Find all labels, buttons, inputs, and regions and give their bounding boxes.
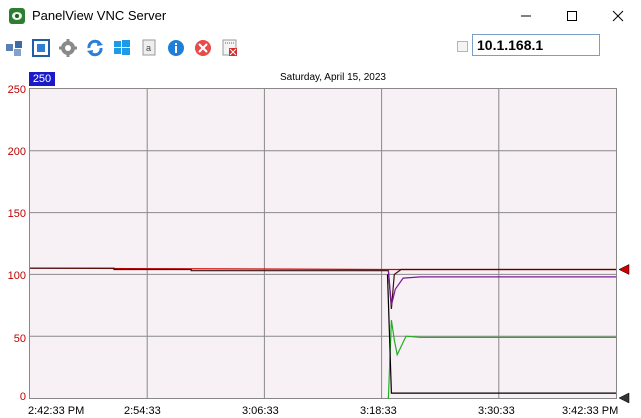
trend-pen-line-3 [387, 270, 616, 306]
x-tick-label-4: 3:30:33 [478, 405, 515, 417]
trend-pen-line-4 [387, 320, 616, 399]
x-tick-label-5: 3:42:33 PM [562, 405, 619, 417]
x-tick-label-3: 3:18:33 [360, 405, 397, 417]
x-tick-label-1: 2:54:33 [124, 405, 161, 417]
trend-chart [29, 89, 630, 404]
pen-marker-1[interactable] [618, 264, 630, 275]
scale-max-badge[interactable]: 250 [29, 72, 55, 86]
x-tick-label-2: 3:06:33 [242, 405, 279, 417]
pen-marker-2[interactable] [618, 392, 630, 404]
x-tick-label-0: 2:42:33 PM [28, 405, 85, 417]
trend-pen-line-5 [386, 274, 616, 394]
